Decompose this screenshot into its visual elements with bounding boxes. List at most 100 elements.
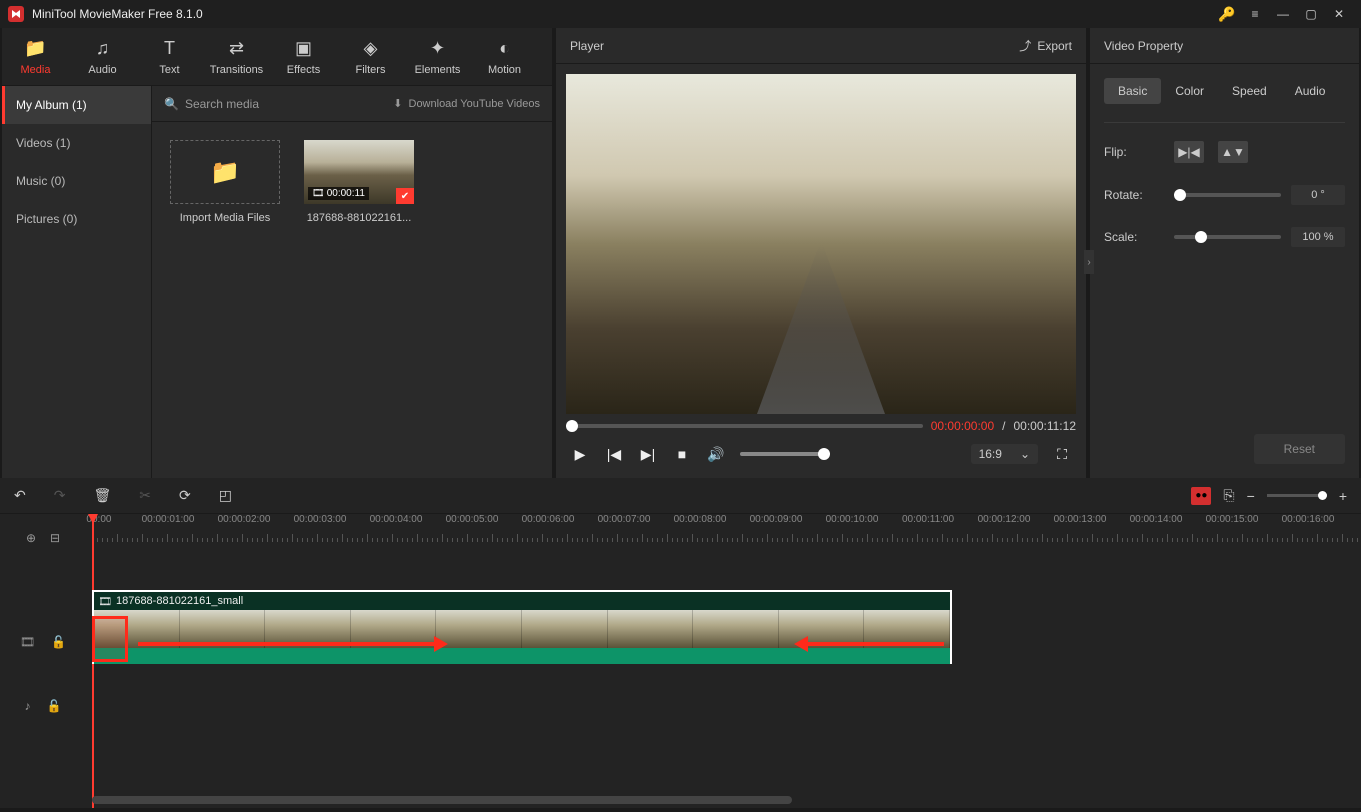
- audio-track-row[interactable]: [86, 670, 1361, 734]
- clip-name: 187688-881022161_small: [116, 595, 243, 607]
- aspect-ratio-select[interactable]: 16:9⌄: [971, 444, 1038, 464]
- collapse-properties-button[interactable]: ›: [1084, 250, 1094, 274]
- text-icon: T: [164, 38, 175, 60]
- transition-icon: ⇄: [229, 38, 244, 60]
- video-preview[interactable]: [566, 74, 1076, 414]
- seek-slider[interactable]: [566, 424, 923, 428]
- search-input[interactable]: 🔍 Search media: [164, 97, 393, 111]
- track-headers: ⊕⊟ 🎞🔓 ♪🔓: [0, 514, 86, 808]
- tab-label: Effects: [287, 64, 320, 76]
- scale-label: Scale:: [1104, 230, 1174, 244]
- search-placeholder: Search media: [185, 97, 259, 111]
- clip-thumbnail: 🎞00:00:11 ✔: [304, 140, 414, 204]
- maximize-button[interactable]: ▢: [1297, 0, 1325, 28]
- zoom-out-button[interactable]: −: [1247, 488, 1255, 504]
- timeline-ruler[interactable]: 00:00:0000:00:01:0000:00:02:0000:00:03:0…: [86, 514, 1361, 542]
- zoom-slider[interactable]: [1267, 494, 1327, 497]
- tab-transitions[interactable]: ⇄Transitions: [203, 28, 270, 85]
- media-panel: 📁Media ♫ Audio T Text ⇄Transitions ▣ Effect…: [2, 28, 552, 478]
- snap-button[interactable]: ⎘: [1223, 487, 1234, 504]
- album-videos[interactable]: Videos (1): [2, 124, 151, 162]
- search-icon: 🔍: [164, 97, 179, 111]
- export-icon: ⤴: [1019, 37, 1031, 54]
- speed-button[interactable]: ⟳: [179, 487, 191, 504]
- next-frame-button[interactable]: ▶|: [638, 444, 658, 464]
- tab-media[interactable]: 📁Media: [2, 28, 69, 85]
- track-row-empty[interactable]: [86, 542, 1361, 590]
- rotate-slider[interactable]: [1174, 193, 1281, 197]
- minimize-button[interactable]: —: [1269, 0, 1297, 28]
- stop-button[interactable]: ■: [672, 444, 692, 464]
- tab-effects[interactable]: ▣ Effects: [270, 28, 337, 85]
- album-list: My Album (1) Videos (1) Music (0) Pictur…: [2, 86, 152, 478]
- download-icon: ⬇: [393, 97, 402, 110]
- timeline-scrollbar[interactable]: [86, 796, 1351, 806]
- undo-button[interactable]: ↶: [14, 487, 26, 504]
- close-button[interactable]: ✕: [1325, 0, 1353, 28]
- check-icon: ✔: [396, 188, 414, 204]
- flip-horizontal-button[interactable]: ▶|◀: [1174, 141, 1204, 163]
- current-time: 00:00:00:00: [931, 419, 994, 433]
- chevron-down-icon: ⌄: [1020, 447, 1030, 461]
- download-label: Download YouTube Videos: [409, 98, 541, 110]
- scale-slider[interactable]: [1174, 235, 1281, 239]
- property-title: Video Property: [1104, 39, 1183, 53]
- menu-icon[interactable]: ≡: [1241, 0, 1269, 28]
- add-track-icon[interactable]: ⊕: [26, 531, 36, 545]
- property-panel: Video Property Basic Color Speed Audio F…: [1090, 28, 1359, 478]
- tab-text[interactable]: T Text: [136, 28, 203, 85]
- album-pictures[interactable]: Pictures (0): [2, 200, 151, 238]
- film-icon: 🎞: [98, 595, 112, 608]
- rotate-value[interactable]: 0 °: [1291, 185, 1345, 205]
- tab-motion[interactable]: ◐Motion: [471, 28, 538, 85]
- split-button[interactable]: ✂: [139, 487, 151, 504]
- crop-button[interactable]: ◰: [219, 487, 232, 504]
- collapse-track-icon[interactable]: ⊟: [50, 531, 60, 545]
- titlebar: MiniTool MovieMaker Free 8.1.0 🔑 ≡ — ▢ ✕: [0, 0, 1361, 28]
- unlock-icon[interactable]: 🔓: [47, 699, 62, 713]
- export-button[interactable]: ⤴ Export: [1019, 37, 1072, 54]
- fullscreen-button[interactable]: ⛶: [1052, 444, 1072, 464]
- album-myalbum[interactable]: My Album (1): [2, 86, 151, 124]
- volume-icon[interactable]: 🔊: [706, 444, 726, 464]
- prev-frame-button[interactable]: |◀: [604, 444, 624, 464]
- app-logo: [8, 6, 24, 22]
- flip-vertical-button[interactable]: ▲▼: [1218, 141, 1248, 163]
- album-music[interactable]: Music (0): [2, 162, 151, 200]
- ptab-audio[interactable]: Audio: [1281, 78, 1340, 104]
- import-label: Import Media Files: [170, 212, 280, 224]
- tab-audio[interactable]: ♫ Audio: [69, 28, 136, 85]
- ptab-color[interactable]: Color: [1161, 78, 1218, 104]
- tab-label: Text: [159, 64, 179, 76]
- ptab-speed[interactable]: Speed: [1218, 78, 1281, 104]
- import-media-button[interactable]: 📁 Import Media Files: [170, 140, 280, 224]
- music-icon: ♫: [96, 38, 110, 60]
- redo-button[interactable]: ↷: [54, 487, 66, 504]
- zoom-in-button[interactable]: +: [1339, 488, 1347, 504]
- upgrade-key-icon[interactable]: 🔑: [1213, 0, 1241, 28]
- play-button[interactable]: ▶: [570, 444, 590, 464]
- download-youtube-button[interactable]: ⬇ Download YouTube Videos: [393, 97, 540, 110]
- app-title: MiniTool MovieMaker Free 8.1.0: [32, 7, 1213, 21]
- folder-icon: 📁: [210, 158, 240, 187]
- fit-timeline-button[interactable]: ●●: [1191, 487, 1211, 505]
- tab-label: Filters: [356, 64, 386, 76]
- volume-slider[interactable]: [740, 452, 830, 456]
- reset-button[interactable]: Reset: [1254, 434, 1345, 464]
- tab-elements[interactable]: ✦Elements: [404, 28, 471, 85]
- tab-label: Motion: [488, 64, 521, 76]
- delete-button[interactable]: 🗑: [93, 487, 111, 504]
- ptab-basic[interactable]: Basic: [1104, 78, 1161, 104]
- timeline-clip[interactable]: 🎞 187688-881022161_small: [92, 590, 952, 664]
- scale-value[interactable]: 100 %: [1291, 227, 1345, 247]
- tab-filters[interactable]: ◈Filters: [337, 28, 404, 85]
- media-clip-item[interactable]: 🎞00:00:11 ✔ 187688-881022161...: [304, 140, 414, 224]
- unlock-icon[interactable]: 🔓: [51, 635, 66, 649]
- video-track-row[interactable]: 🎞 187688-881022161_small: [86, 590, 1361, 670]
- annotation-arrow-left: [804, 642, 944, 646]
- export-label: Export: [1037, 39, 1072, 53]
- tab-label: Audio: [88, 64, 116, 76]
- effects-icon: ▣: [295, 38, 312, 60]
- trim-handle-left[interactable]: [92, 616, 128, 662]
- timeline: ↶ ↷ 🗑 ✂ ⟳ ◰ ●● ⎘ − + ⊕⊟ 🎞🔓 ♪🔓 00:00:0000…: [0, 478, 1361, 808]
